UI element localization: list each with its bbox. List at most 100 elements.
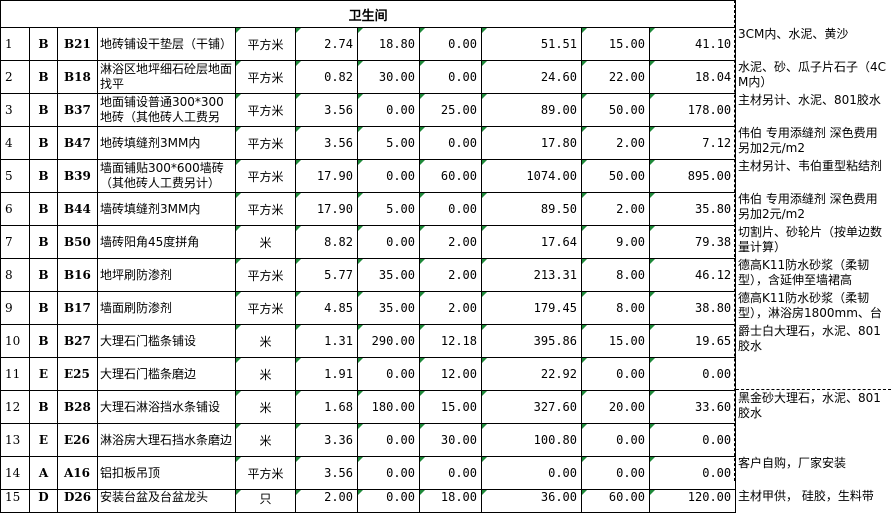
unit-cell[interactable]: 平方米: [235, 60, 296, 94]
unit-cell[interactable]: 平方米: [235, 93, 296, 127]
item-name-cell[interactable]: 地砖填缝剂3MM内: [97, 126, 236, 160]
unit-cell[interactable]: 米: [235, 390, 296, 424]
row-number[interactable]: 11: [0, 357, 30, 391]
remark-cell[interactable]: 黑金砂大理石，水泥、801胶水: [736, 389, 891, 422]
value-cell[interactable]: 35.80: [648, 192, 737, 226]
quantity-cell[interactable]: 1.91: [295, 357, 358, 391]
item-name-cell[interactable]: 淋浴区地坪细石砼层地面找平: [97, 60, 236, 94]
remark-cell[interactable]: 主材另计、韦伯重型粘结剂: [736, 158, 891, 191]
group-cell[interactable]: B: [29, 390, 58, 424]
value-cell[interactable]: 25.00: [419, 93, 482, 127]
quantity-cell[interactable]: 3.36: [295, 423, 358, 457]
quantity-cell[interactable]: 17.90: [295, 159, 358, 193]
value-cell[interactable]: 178.00: [648, 93, 737, 127]
value-cell[interactable]: 0.00: [481, 456, 582, 490]
value-cell[interactable]: 0.00: [419, 456, 482, 490]
item-name-cell[interactable]: 地砖铺设干垫层（干铺）: [97, 27, 236, 61]
item-code-cell[interactable]: B37: [57, 93, 98, 127]
unit-cell[interactable]: 平方米: [235, 456, 296, 490]
group-cell[interactable]: B: [29, 27, 58, 61]
value-cell[interactable]: 0.00: [357, 456, 420, 490]
unit-cell[interactable]: 米: [235, 225, 296, 259]
quantity-cell[interactable]: 5.77: [295, 258, 358, 292]
value-cell[interactable]: 179.45: [481, 291, 582, 325]
remark-cell[interactable]: [736, 422, 891, 455]
value-cell[interactable]: 89.50: [481, 192, 582, 226]
value-cell[interactable]: 213.31: [481, 258, 582, 292]
value-cell[interactable]: 0.00: [648, 357, 737, 391]
value-cell[interactable]: 120.00: [648, 489, 737, 513]
row-number[interactable]: 8: [0, 258, 30, 292]
remark-cell[interactable]: 主材另计、水泥、801胶水: [736, 92, 891, 125]
value-cell[interactable]: 1074.00: [481, 159, 582, 193]
value-cell[interactable]: 36.00: [481, 489, 582, 513]
value-cell[interactable]: 8.00: [581, 291, 650, 325]
row-number[interactable]: 9: [0, 291, 30, 325]
group-cell[interactable]: B: [29, 324, 58, 358]
quantity-cell[interactable]: 1.31: [295, 324, 358, 358]
remark-cell[interactable]: 主材甲供， 硅胶，生料带: [736, 488, 891, 521]
quantity-cell[interactable]: 2.00: [295, 489, 358, 513]
item-code-cell[interactable]: B18: [57, 60, 98, 94]
value-cell[interactable]: 33.60: [648, 390, 737, 424]
group-cell[interactable]: B: [29, 258, 58, 292]
item-name-cell[interactable]: 大理石门槛条铺设: [97, 324, 236, 358]
section-title[interactable]: 卫生间: [0, 0, 737, 28]
value-cell[interactable]: 2.00: [419, 258, 482, 292]
remark-cell[interactable]: 伟伯 专用添缝剂 深色费用另加2元/m2: [736, 191, 891, 224]
quantity-cell[interactable]: 17.90: [295, 192, 358, 226]
remark-cell[interactable]: 水泥、砂、瓜子片石子（4CM内）: [736, 59, 891, 92]
item-code-cell[interactable]: E25: [57, 357, 98, 391]
value-cell[interactable]: 22.92: [481, 357, 582, 391]
item-code-cell[interactable]: B21: [57, 27, 98, 61]
value-cell[interactable]: 51.51: [481, 27, 582, 61]
value-cell[interactable]: 0.00: [419, 27, 482, 61]
item-code-cell[interactable]: B39: [57, 159, 98, 193]
item-code-cell[interactable]: E26: [57, 423, 98, 457]
value-cell[interactable]: 35.00: [357, 291, 420, 325]
value-cell[interactable]: 0.00: [581, 456, 650, 490]
value-cell[interactable]: 12.00: [419, 357, 482, 391]
group-cell[interactable]: B: [29, 159, 58, 193]
unit-cell[interactable]: 平方米: [235, 126, 296, 160]
value-cell[interactable]: 5.00: [357, 126, 420, 160]
value-cell[interactable]: 0.00: [419, 192, 482, 226]
item-name-cell[interactable]: 墙面铺贴300*600墙砖（其他砖人工费另计）: [97, 159, 236, 193]
value-cell[interactable]: 46.12: [648, 258, 737, 292]
value-cell[interactable]: 8.00: [581, 258, 650, 292]
unit-cell[interactable]: 米: [235, 324, 296, 358]
value-cell[interactable]: 100.80: [481, 423, 582, 457]
value-cell[interactable]: 60.00: [581, 489, 650, 513]
remark-cell[interactable]: 伟伯 专用添缝剂 深色费用另加2元/m2: [736, 125, 891, 158]
unit-cell[interactable]: 平方米: [235, 258, 296, 292]
value-cell[interactable]: 12.18: [419, 324, 482, 358]
item-name-cell[interactable]: 大理石门槛条磨边: [97, 357, 236, 391]
remark-cell[interactable]: 德高K11防水砂浆（柔韧型），含延伸至墙裙高: [736, 257, 891, 290]
item-code-cell[interactable]: B16: [57, 258, 98, 292]
group-cell[interactable]: A: [29, 456, 58, 490]
value-cell[interactable]: 395.86: [481, 324, 582, 358]
item-code-cell[interactable]: B28: [57, 390, 98, 424]
value-cell[interactable]: 180.00: [357, 390, 420, 424]
value-cell[interactable]: 895.00: [648, 159, 737, 193]
value-cell[interactable]: 15.00: [581, 324, 650, 358]
value-cell[interactable]: 2.00: [581, 126, 650, 160]
quantity-cell[interactable]: 3.56: [295, 93, 358, 127]
item-name-cell[interactable]: 大理石淋浴挡水条铺设: [97, 390, 236, 424]
item-name-cell[interactable]: 墙砖填缝剂3MM内: [97, 192, 236, 226]
group-cell[interactable]: E: [29, 423, 58, 457]
value-cell[interactable]: 60.00: [419, 159, 482, 193]
value-cell[interactable]: 50.00: [581, 159, 650, 193]
value-cell[interactable]: 20.00: [581, 390, 650, 424]
row-number[interactable]: 5: [0, 159, 30, 193]
quantity-cell[interactable]: 0.82: [295, 60, 358, 94]
item-name-cell[interactable]: 地面铺设普通300*300地砖（其他砖人工费另: [97, 93, 236, 127]
remark-cell[interactable]: 切割片、砂轮片（按单边数量计算）: [736, 224, 891, 257]
value-cell[interactable]: 18.00: [419, 489, 482, 513]
value-cell[interactable]: 15.00: [581, 27, 650, 61]
value-cell[interactable]: 0.00: [419, 60, 482, 94]
value-cell[interactable]: 0.00: [581, 357, 650, 391]
row-number[interactable]: 2: [0, 60, 30, 94]
item-name-cell[interactable]: 墙面刷防渗剂: [97, 291, 236, 325]
value-cell[interactable]: 35.00: [357, 258, 420, 292]
